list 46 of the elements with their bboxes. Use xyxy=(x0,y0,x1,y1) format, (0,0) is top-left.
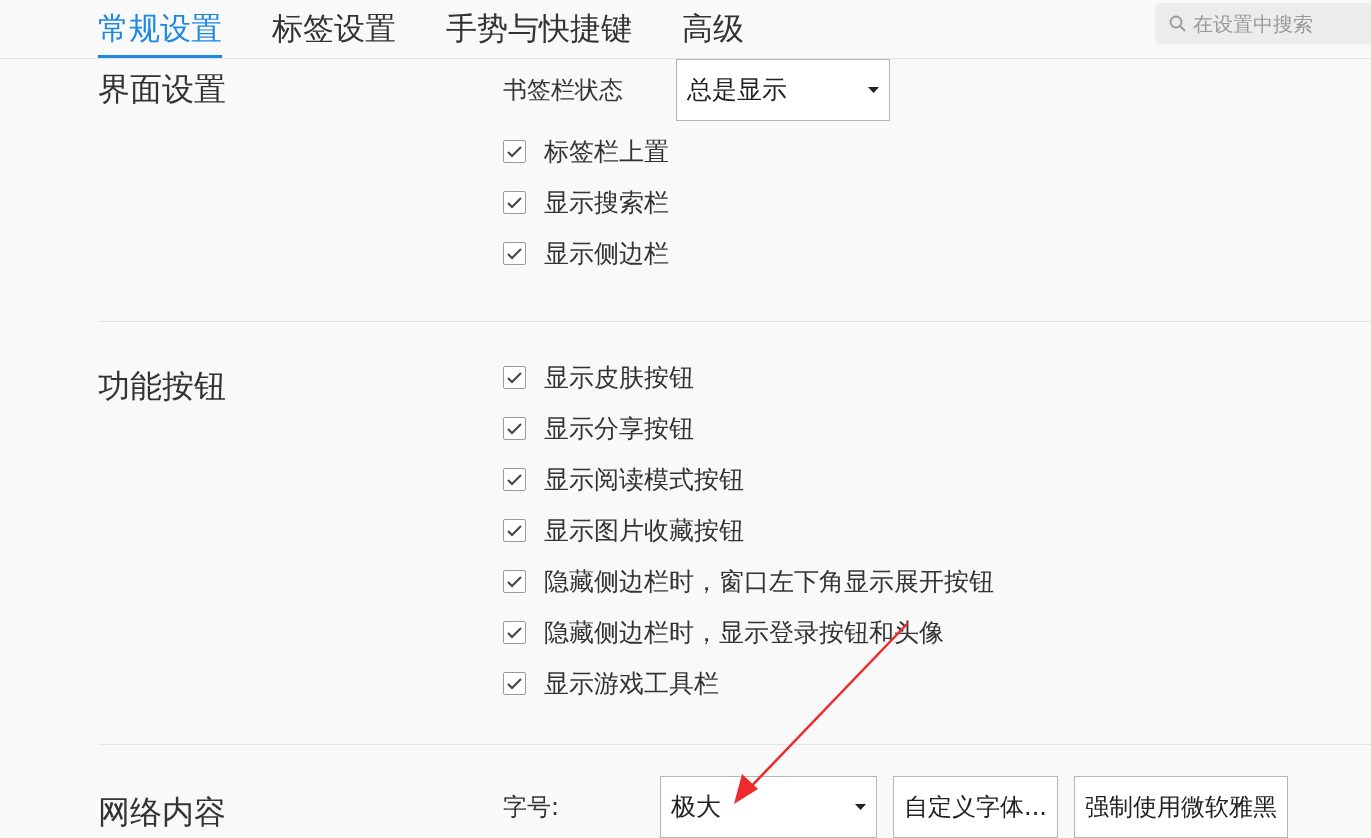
checkbox[interactable] xyxy=(503,519,526,542)
check-icon xyxy=(507,371,522,384)
check-icon xyxy=(507,575,522,588)
checkbox-label: 显示游戏工具栏 xyxy=(544,667,719,700)
checkbox-label: 隐藏侧边栏时，窗口左下角显示展开按钮 xyxy=(544,565,994,598)
checkbox-label: 显示阅读模式按钮 xyxy=(544,463,744,496)
tab[interactable]: 标签设置 xyxy=(272,0,396,58)
check-icon xyxy=(507,524,522,537)
checkbox[interactable] xyxy=(503,621,526,644)
select-label: 字号: xyxy=(503,792,561,823)
checkbox-label: 显示搜索栏 xyxy=(544,186,669,219)
search-icon xyxy=(1169,14,1187,33)
check-icon xyxy=(507,677,522,690)
search-field[interactable]: 在设置中搜索 xyxy=(1155,3,1371,44)
checkbox[interactable] xyxy=(503,417,526,440)
checkbox[interactable] xyxy=(503,191,526,214)
check-icon xyxy=(507,626,522,639)
section-title: 网络内容 xyxy=(98,792,227,833)
section-title: 界面设置 xyxy=(98,69,227,110)
checkbox[interactable] xyxy=(503,468,526,491)
select-label: 书签栏状态 xyxy=(503,75,624,106)
check-icon xyxy=(507,145,522,158)
check-icon xyxy=(507,247,522,260)
caret-icon xyxy=(868,87,879,93)
checkbox-label: 显示图片收藏按钮 xyxy=(544,514,744,547)
font-button[interactable]: 强制使用微软雅黑 xyxy=(1073,776,1288,838)
checkbox[interactable] xyxy=(503,570,526,593)
section-title: 功能按钮 xyxy=(98,366,227,407)
dropdown[interactable]: 极大 xyxy=(660,776,877,838)
tab[interactable]: 手势与快捷键 xyxy=(446,0,632,58)
checkbox-label: 显示侧边栏 xyxy=(544,237,669,270)
search-input[interactable]: 在设置中搜索 xyxy=(1193,8,1363,39)
checkbox[interactable] xyxy=(503,366,526,389)
checkbox[interactable] xyxy=(503,672,526,695)
checkbox[interactable] xyxy=(503,140,526,163)
check-icon xyxy=(507,473,522,486)
caret-icon xyxy=(855,804,866,810)
checkbox-label: 显示皮肤按钮 xyxy=(544,361,694,394)
check-icon xyxy=(507,422,522,435)
checkbox[interactable] xyxy=(503,242,526,265)
checkbox-label: 显示分享按钮 xyxy=(544,412,694,445)
font-button[interactable]: 自定义字体... xyxy=(893,776,1058,838)
tab[interactable]: 高级 xyxy=(682,0,744,58)
dropdown[interactable]: 总是显示 xyxy=(676,59,890,121)
check-icon xyxy=(507,196,522,209)
checkbox-label: 标签栏上置 xyxy=(544,135,669,168)
